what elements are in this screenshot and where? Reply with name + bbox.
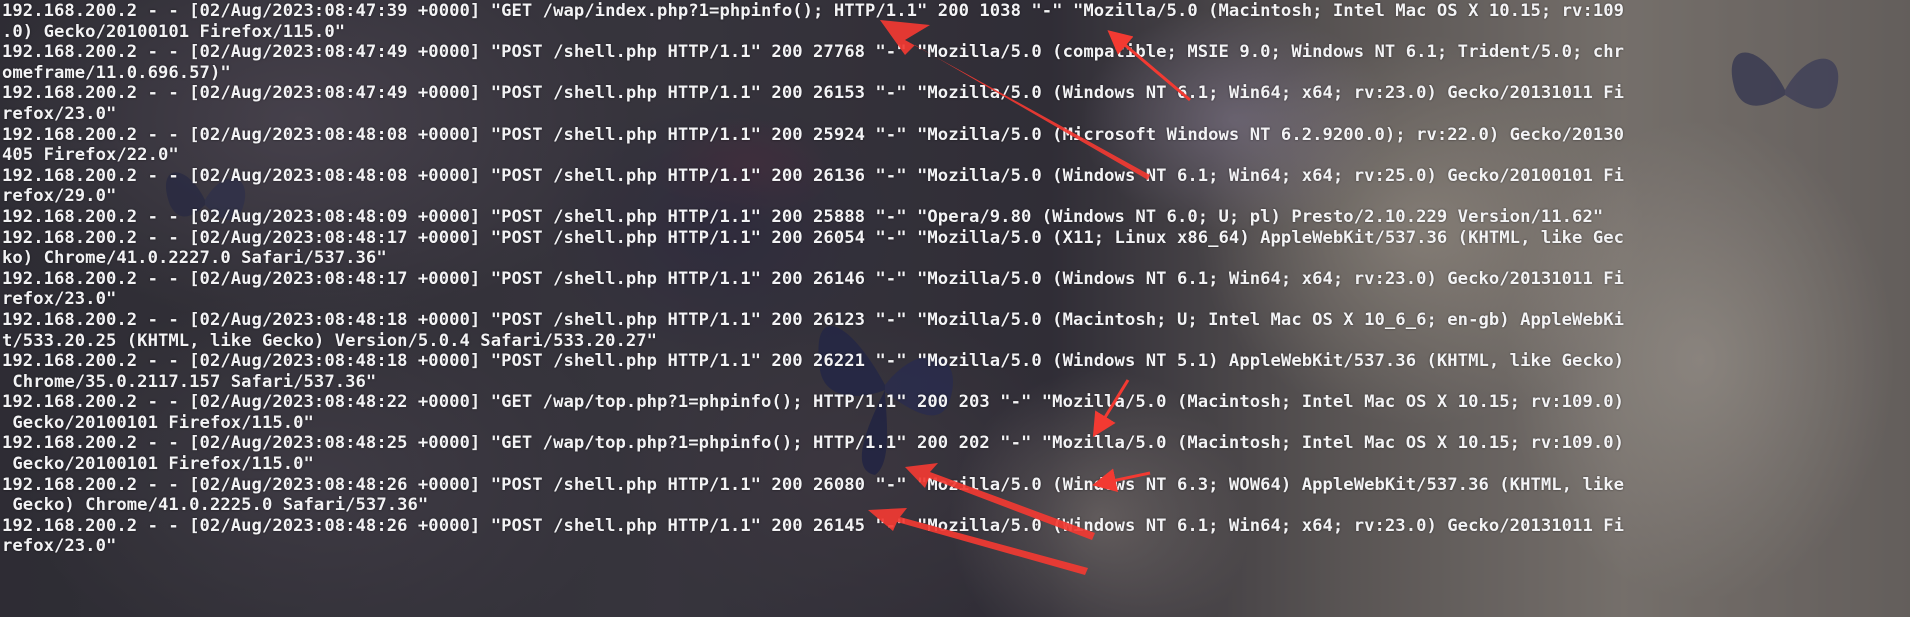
terminal-log-output[interactable]: 192.168.200.2 - - [02/Aug/2023:08:47:39 … [0, 0, 1910, 617]
log-line: ko) Chrome/41.0.2227.0 Safari/537.36" [2, 248, 387, 269]
log-line: 192.168.200.2 - - [02/Aug/2023:08:48:18 … [2, 351, 1625, 372]
log-line: 192.168.200.2 - - [02/Aug/2023:08:47:49 … [2, 83, 1625, 104]
log-line: refox/23.0" [2, 103, 117, 124]
log-line: Gecko/20100101 Firefox/115.0" [2, 454, 314, 475]
log-line: 405 Firefox/22.0" [2, 145, 179, 166]
log-line: 192.168.200.2 - - [02/Aug/2023:08:48:08 … [2, 165, 1625, 186]
log-line: Gecko/20100101 Firefox/115.0" [2, 412, 314, 433]
log-line: 192.168.200.2 - - [02/Aug/2023:08:47:49 … [2, 42, 1625, 63]
log-line: 192.168.200.2 - - [02/Aug/2023:08:48:09 … [2, 206, 1604, 227]
log-line: 192.168.200.2 - - [02/Aug/2023:08:48:22 … [2, 392, 1625, 413]
log-line: omeframe/11.0.696.57)" [2, 62, 231, 83]
log-line: .0) Gecko/20100101 Firefox/115.0" [2, 21, 346, 42]
log-line: Chrome/35.0.2117.157 Safari/537.36" [2, 371, 377, 392]
log-line: 192.168.200.2 - - [02/Aug/2023:08:48:17 … [2, 227, 1625, 248]
log-line: t/533.20.25 (KHTML, like Gecko) Version/… [2, 330, 658, 351]
log-line: 192.168.200.2 - - [02/Aug/2023:08:48:25 … [2, 433, 1625, 454]
log-line: 192.168.200.2 - - [02/Aug/2023:08:48:18 … [2, 309, 1625, 330]
log-line: refox/29.0" [2, 186, 117, 207]
log-line: Gecko) Chrome/41.0.2225.0 Safari/537.36" [2, 495, 429, 516]
log-line: 192.168.200.2 - - [02/Aug/2023:08:47:39 … [2, 1, 1625, 21]
log-line: 192.168.200.2 - - [02/Aug/2023:08:48:17 … [2, 268, 1625, 289]
log-line: refox/23.0" [2, 289, 117, 310]
log-line: 192.168.200.2 - - [02/Aug/2023:08:48:26 … [2, 474, 1625, 495]
log-line: 192.168.200.2 - - [02/Aug/2023:08:48:26 … [2, 515, 1625, 536]
log-line: 192.168.200.2 - - [02/Aug/2023:08:48:08 … [2, 124, 1625, 145]
log-line: refox/23.0" [2, 536, 117, 557]
